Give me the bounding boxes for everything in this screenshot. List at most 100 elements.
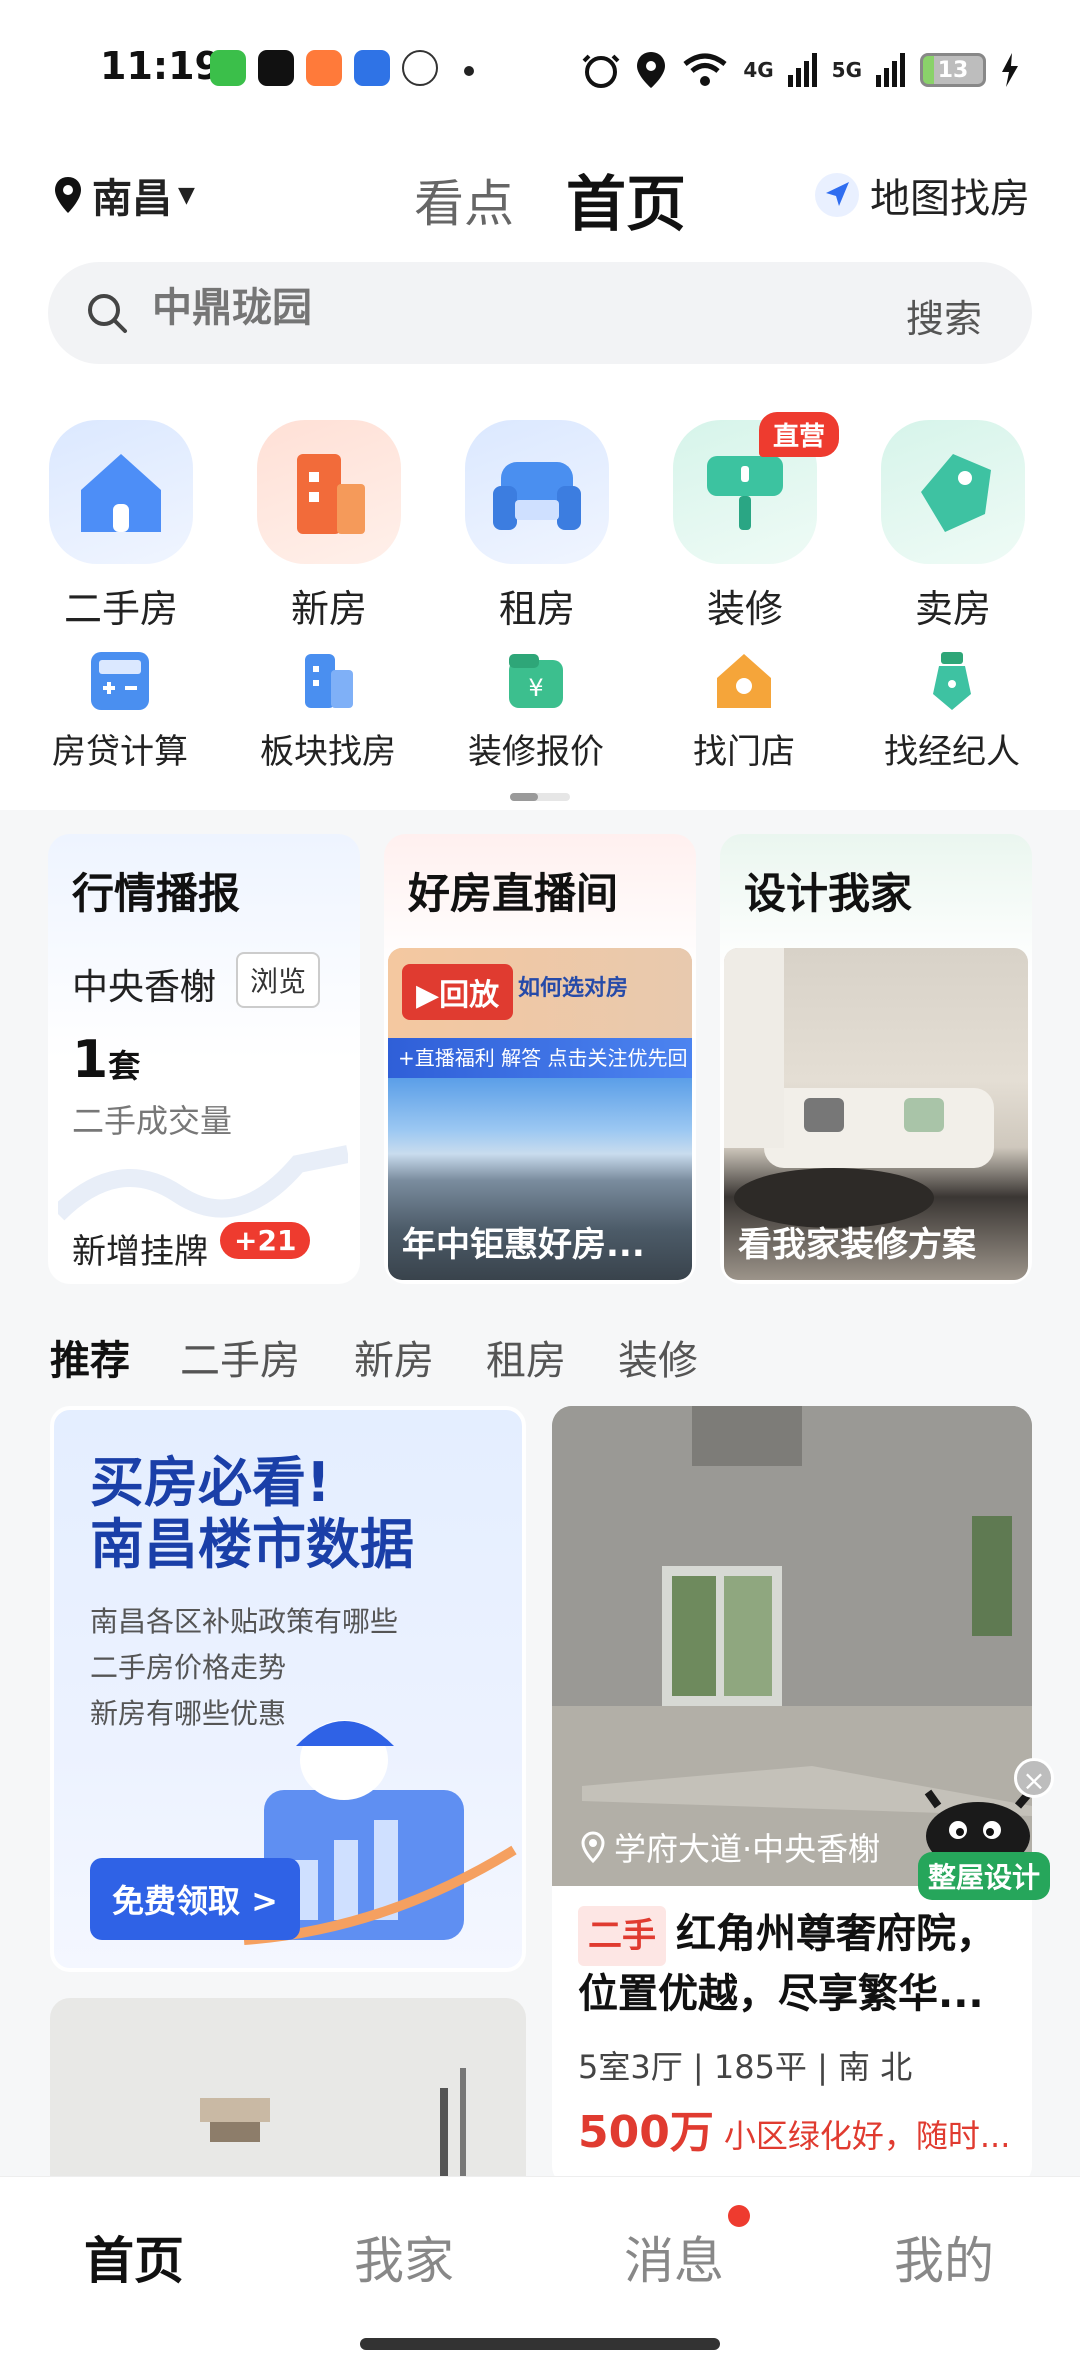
agent-tie-icon [933,652,971,710]
charging-icon [1002,53,1018,87]
entry-mortgage-calc[interactable]: 房贷计算 [20,648,220,773]
city-selector[interactable]: 南昌 ▼ [52,166,195,224]
entry-district-search[interactable]: 板块找房 [228,648,428,773]
location-pin-icon [55,177,81,213]
caret-down-icon: ▼ [178,182,195,208]
search-button[interactable]: 搜索 [906,288,982,343]
search-icon [88,294,127,333]
listing-spec: 5室3厅 | 185平 | 南 北 [578,2048,913,2086]
listing-title: 二手 红角州尊奢府院，位置优越，尽享繁华... [578,1906,1018,2022]
location-icon [637,52,666,88]
entry-decoration-quote[interactable]: ¥ 装修报价 [436,648,636,773]
navigation-arrow-icon [815,173,859,217]
house-icon [49,420,193,564]
calculator-icon [91,652,149,710]
paint-roller-icon: 直营 [673,412,839,564]
live-strip: +直播福利 解答 点击关注优先回 [388,1038,692,1078]
map-find-button[interactable]: 地图找房 [814,166,1030,224]
tab-decoration[interactable]: 装修 [618,1328,698,1386]
battery-level: 13 [937,57,969,83]
community-name: 中央香榭 [72,967,217,1008]
page-indicator [510,793,570,801]
status-time: 11:19 [100,44,221,88]
deal-count: 1套 [72,1030,141,1090]
tab-new-house[interactable]: 新房 [354,1328,434,1386]
nav-mine[interactable]: 我的 [844,2221,1044,2293]
tab-rent[interactable]: 租房 [486,1328,566,1386]
entry-second-hand[interactable]: 二手房 [46,420,196,633]
design-thumbnail: 看我家装修方案 [724,948,1028,1280]
sofa-icon [465,420,609,564]
nav-my-home[interactable]: 我家 [304,2221,504,2293]
unread-dot [728,2205,750,2227]
entry-find-agent[interactable]: 找经纪人 [852,648,1052,773]
listing-location: 学府大道·中央香榭 [580,1824,880,1870]
map-find-label: 地图找房 [870,176,1030,222]
entry-label: 租房 [498,587,575,631]
wallet-yuan-icon: ¥ [509,654,563,708]
feature-cards: 行情播报 中央香榭 浏览 1套 二手成交量 新增挂牌 +21 好房直播间 如何选… [0,810,1080,1310]
tiktok-icon [258,50,294,86]
promo-line: 南昌各区补贴政策有哪些 [90,1605,399,1638]
nav-messages[interactable]: 消息 [574,2221,774,2293]
tab-home[interactable]: 首页 [566,156,686,243]
district-icon [305,654,353,708]
status-right: 4G 5G 13 [581,50,1020,90]
whole-house-design-badge[interactable]: 整屋设计 [918,1852,1051,1900]
live-thumbnail: 如何选对房 +直播福利 解答 点击关注优先回 ▶回放 年中钜惠好房... [388,948,692,1280]
promo-line: 二手房价格走势 [90,1651,287,1684]
signal-icon [876,53,905,87]
entry-find-store[interactable]: 找门店 [644,648,844,773]
location-pin-icon [581,1831,605,1863]
tab-recommend[interactable]: 推荐 [50,1328,130,1386]
entry-label: 板块找房 [260,732,396,772]
market-data-promo[interactable]: 买房必看! 南昌楼市数据 南昌各区补贴政策有哪些 二手房价格走势 新房有哪些优惠… [50,1406,526,1972]
tab-second-hand[interactable]: 二手房 [180,1328,300,1386]
alarm-icon [582,54,620,88]
app-icon [306,50,342,86]
search-bar[interactable]: 搜索 [48,262,1032,364]
interior-photo-card[interactable] [50,1998,526,2176]
direct-badge: 直营 [758,412,839,457]
promo-title: 买房必看! 南昌楼市数据 [90,1451,414,1576]
float-close-button[interactable]: × [1014,1758,1054,1798]
entry-label: 装修 [706,587,783,631]
status-bar: 11:19 4G 5G 13 [0,0,1080,130]
new-listing-label: 新增挂牌 [72,1232,208,1272]
live-room-card[interactable]: 好房直播间 如何选对房 +直播福利 解答 点击关注优先回 ▶回放 年中钜惠好房.… [384,834,696,1284]
entry-sell[interactable]: 卖房 [878,420,1028,633]
listing-price: 500万 小区绿化好，随时... [578,2107,1011,2158]
sub-entry-grid: 房贷计算 板块找房 ¥ 装修报价 找门店 找经纪人 [0,648,1080,778]
entry-new-house[interactable]: 新房 [254,420,404,633]
main-entry-grid: 二手房 新房 租房 直营 装修 卖房 [0,412,1080,633]
tab-kandian[interactable]: 看点 [414,164,514,236]
qq-icon [402,50,438,86]
design-home-card[interactable]: 设计我家 看我家装修方案 [720,834,1032,1284]
entry-decoration[interactable]: 直营 装修 [670,412,839,633]
entry-label: 装修报价 [468,732,604,772]
city-name: 南昌 [92,176,172,222]
second-hand-tag: 二手 [578,1906,666,1966]
notification-icons [210,50,438,86]
card-title: 行情播报 [72,869,241,918]
signal-icon [787,53,817,87]
entry-label: 找门店 [693,732,795,772]
wifi-icon [683,53,727,86]
browse-button[interactable]: 浏览 [236,952,321,1008]
free-claim-button[interactable]: 免费领取 > [90,1858,300,1940]
replay-button[interactable]: ▶回放 [402,964,514,1020]
card-title: 设计我家 [744,869,913,918]
new-listing-badge: +21 [220,1222,311,1259]
battery-icon: 13 [920,53,986,87]
home-indicator[interactable] [360,2338,720,2350]
store-icon [717,654,771,708]
category-tabs: 推荐 二手房 新房 租房 装修 [0,1310,1080,1406]
entry-rent[interactable]: 租房 [462,420,612,633]
wechat-icon [210,50,246,86]
trend-decoration [58,1145,348,1221]
search-input[interactable] [152,286,752,331]
entry-label: 房贷计算 [52,732,188,772]
card-title: 好房直播间 [408,869,619,918]
nav-home[interactable]: 首页 [34,2221,234,2293]
market-report-card[interactable]: 行情播报 中央香榭 浏览 1套 二手成交量 新增挂牌 +21 [48,834,360,1284]
